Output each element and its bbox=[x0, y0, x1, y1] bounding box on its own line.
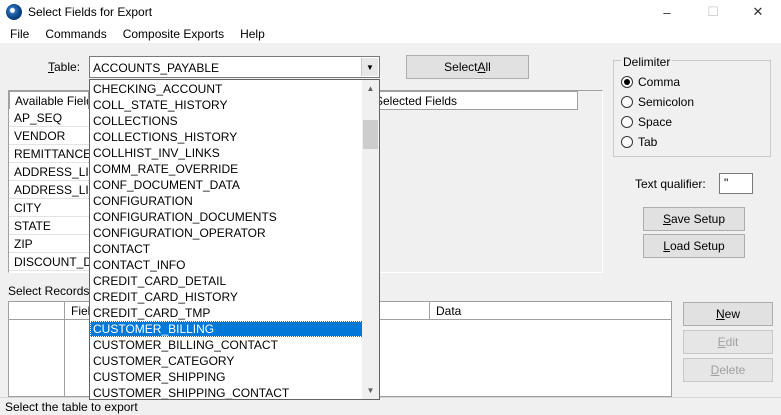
dropdown-option[interactable]: CONFIGURATION_DOCUMENTS bbox=[90, 209, 363, 225]
radio-unchecked-icon bbox=[621, 116, 633, 128]
scroll-up-icon[interactable]: ▲ bbox=[362, 80, 379, 97]
radio-checked-icon bbox=[621, 76, 633, 88]
text-qualifier-label: Text qualifier: bbox=[635, 177, 706, 191]
available-field-item[interactable]: DISCOUNT_DATE bbox=[9, 253, 89, 271]
available-field-item[interactable]: AP_SEQ bbox=[9, 109, 89, 127]
delimiter-space-radio[interactable]: Space bbox=[621, 115, 672, 129]
available-fields-header[interactable]: Available Fields bbox=[9, 91, 89, 110]
maximize-button[interactable]: ☐ bbox=[690, 0, 736, 24]
records-header-row-marker bbox=[9, 302, 65, 320]
dropdown-option[interactable]: CUSTOMER_SHIPPING bbox=[90, 369, 363, 385]
dropdown-option[interactable]: CHECKING_ACCOUNT bbox=[90, 81, 363, 97]
save-setup-button[interactable]: Save Setup bbox=[643, 207, 745, 231]
close-button[interactable]: ✕ bbox=[735, 0, 781, 24]
scroll-down-icon[interactable]: ▼ bbox=[362, 382, 379, 399]
dropdown-option[interactable]: CUSTOMER_BILLING bbox=[90, 321, 363, 337]
records-row-markers bbox=[9, 320, 65, 396]
records-header-operator[interactable] bbox=[380, 302, 430, 320]
dropdown-option[interactable]: COMM_RATE_OVERRIDE bbox=[90, 161, 363, 177]
menu-composite-exports[interactable]: Composite Exports bbox=[113, 24, 230, 44]
records-header-data[interactable]: Data bbox=[430, 302, 672, 320]
dropdown-option[interactable]: CUSTOMER_CATEGORY bbox=[90, 353, 363, 369]
available-field-item[interactable]: VENDOR bbox=[9, 127, 89, 145]
dropdown-option[interactable]: CONFIGURATION_OPERATOR bbox=[90, 225, 363, 241]
scrollbar-thumb[interactable] bbox=[363, 120, 378, 149]
dropdown-option[interactable]: CONTACT bbox=[90, 241, 363, 257]
selected-fields-header[interactable]: Selected Fields bbox=[378, 91, 578, 110]
dropdown-option[interactable]: CUSTOMER_BILLING_CONTACT bbox=[90, 337, 363, 353]
radio-unchecked-icon bbox=[621, 96, 633, 108]
records-header-field[interactable]: Field bbox=[65, 302, 89, 320]
table-select-value: ACCOUNTS_PAYABLE bbox=[93, 61, 220, 75]
edit-record-button[interactable]: Edit bbox=[683, 330, 773, 354]
menu-file[interactable]: File bbox=[0, 24, 35, 44]
app-logo-icon bbox=[6, 4, 22, 20]
delimiter-title: Delimiter bbox=[621, 55, 673, 69]
minimize-button[interactable]: – bbox=[644, 0, 690, 24]
dropdown-option[interactable]: COLLECTIONS bbox=[90, 113, 363, 129]
dropdown-option[interactable]: CONF_DOCUMENT_DATA bbox=[90, 177, 363, 193]
dropdown-option[interactable]: CONTACT_INFO bbox=[90, 257, 363, 273]
menu-commands[interactable]: Commands bbox=[35, 24, 112, 44]
dropdown-option[interactable]: CREDIT_CARD_DETAIL bbox=[90, 273, 363, 289]
select-records-label: Select Records bbox=[8, 284, 90, 298]
available-field-item[interactable]: ADDRESS_LINE_2 bbox=[9, 181, 89, 199]
select-all-button[interactable]: Select All bbox=[406, 55, 529, 79]
dropdown-option[interactable]: COLL_STATE_HISTORY bbox=[90, 97, 363, 113]
dropdown-option[interactable]: CONFIGURATION bbox=[90, 193, 363, 209]
text-qualifier-input[interactable]: " bbox=[719, 173, 753, 194]
available-field-item[interactable]: REMITTANCE bbox=[9, 145, 89, 163]
table-select[interactable]: ACCOUNTS_PAYABLE ▼ bbox=[89, 56, 380, 78]
dropdown-scrollbar[interactable]: ▲ ▼ bbox=[362, 80, 379, 399]
available-field-item[interactable]: ZIP bbox=[9, 235, 89, 253]
load-setup-button[interactable]: Load Setup bbox=[643, 234, 745, 258]
available-field-item[interactable]: STATE bbox=[9, 217, 89, 235]
table-dropdown-list[interactable]: CHECKING_ACCOUNT COLL_STATE_HISTORY COLLEC… bbox=[89, 79, 380, 400]
dropdown-option[interactable]: CUSTOMER_SHIPPING_CONTACT bbox=[90, 385, 363, 399]
menu-help[interactable]: Help bbox=[230, 24, 271, 44]
dropdown-option[interactable]: CREDIT_CARD_TMP bbox=[90, 305, 363, 321]
delimiter-semicolon-radio[interactable]: Semicolon bbox=[621, 95, 694, 109]
delimiter-tab-radio[interactable]: Tab bbox=[621, 135, 657, 149]
delete-record-button[interactable]: Delete bbox=[683, 358, 773, 382]
available-field-item[interactable]: ADDRESS_LINE_1 bbox=[9, 163, 89, 181]
dropdown-option[interactable]: COLLHIST_INV_LINKS bbox=[90, 145, 363, 161]
menu-bar: File Commands Composite Exports Help bbox=[0, 24, 781, 44]
new-record-button[interactable]: New bbox=[683, 302, 773, 326]
dropdown-option[interactable]: COLLECTIONS_HISTORY bbox=[90, 129, 363, 145]
dropdown-option[interactable]: CREDIT_CARD_HISTORY bbox=[90, 289, 363, 305]
delimiter-comma-radio[interactable]: Comma bbox=[621, 75, 680, 89]
window-title: Select Fields for Export bbox=[28, 5, 153, 19]
available-field-item[interactable]: CITY bbox=[9, 199, 89, 217]
chevron-down-icon[interactable]: ▼ bbox=[361, 58, 378, 76]
radio-unchecked-icon bbox=[621, 136, 633, 148]
table-label: Table: bbox=[48, 60, 81, 74]
